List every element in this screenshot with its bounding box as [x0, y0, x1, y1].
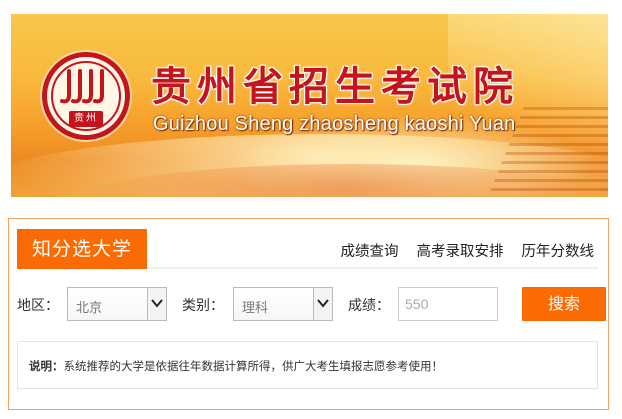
note-label: 说明：	[29, 359, 64, 373]
category-select-value: 理科	[242, 301, 269, 316]
score-input-box[interactable]	[398, 287, 498, 321]
site-title: 贵州省招生考试院	[151, 63, 519, 110]
header-banner: 贵州 贵州省招生考试院 Guizhou Sheng zhaosheng kaos…	[11, 14, 608, 197]
chevron-down-icon	[151, 299, 163, 308]
region-dropdown-arrow[interactable]	[147, 288, 166, 320]
region-select[interactable]: 北京	[67, 287, 167, 321]
panel-links: 成绩查询 高考录取安排 历年分数线	[341, 240, 595, 261]
search-button[interactable]: 搜索	[522, 287, 606, 321]
search-form: 地区： 北京 类别： 理科 成绩： 搜索	[17, 287, 606, 321]
logo-mark-icon	[60, 69, 104, 104]
category-select[interactable]: 理科	[233, 287, 333, 321]
chevron-down-icon	[317, 299, 329, 308]
site-subtitle: Guizhou Sheng zhaosheng kaoshi Yuan	[153, 113, 516, 135]
logo-seal: 贵州	[69, 111, 103, 127]
panel-title: 知分选大学	[17, 229, 147, 269]
link-past-cutoffs[interactable]: 历年分数线	[522, 240, 595, 261]
note-box: 说明：系统推荐的大学是依据往年数据计算所得，供广大考生填报志愿参考使用！	[17, 341, 598, 389]
school-finder-panel: 知分选大学 成绩查询 高考录取安排 历年分数线 地区： 北京 类别： 理科 成绩…	[8, 218, 609, 410]
category-dropdown-arrow[interactable]	[313, 288, 332, 320]
note-text: 说明：系统推荐的大学是依据往年数据计算所得，供广大考生填报志愿参考使用！	[29, 358, 443, 374]
category-label: 类别：	[182, 298, 224, 314]
panel-header: 知分选大学 成绩查询 高考录取安排 历年分数线	[17, 229, 598, 269]
score-label: 成绩：	[348, 298, 390, 314]
link-admission-schedule[interactable]: 高考录取安排	[417, 240, 504, 261]
region-label: 地区：	[17, 298, 59, 314]
note-body: 系统推荐的大学是依据往年数据计算所得，供广大考生填报志愿参考使用！	[63, 359, 444, 373]
site-logo: 贵州	[42, 52, 130, 140]
region-select-value: 北京	[76, 301, 103, 316]
link-score-query[interactable]: 成绩查询	[341, 240, 399, 261]
score-input[interactable]	[399, 288, 497, 320]
